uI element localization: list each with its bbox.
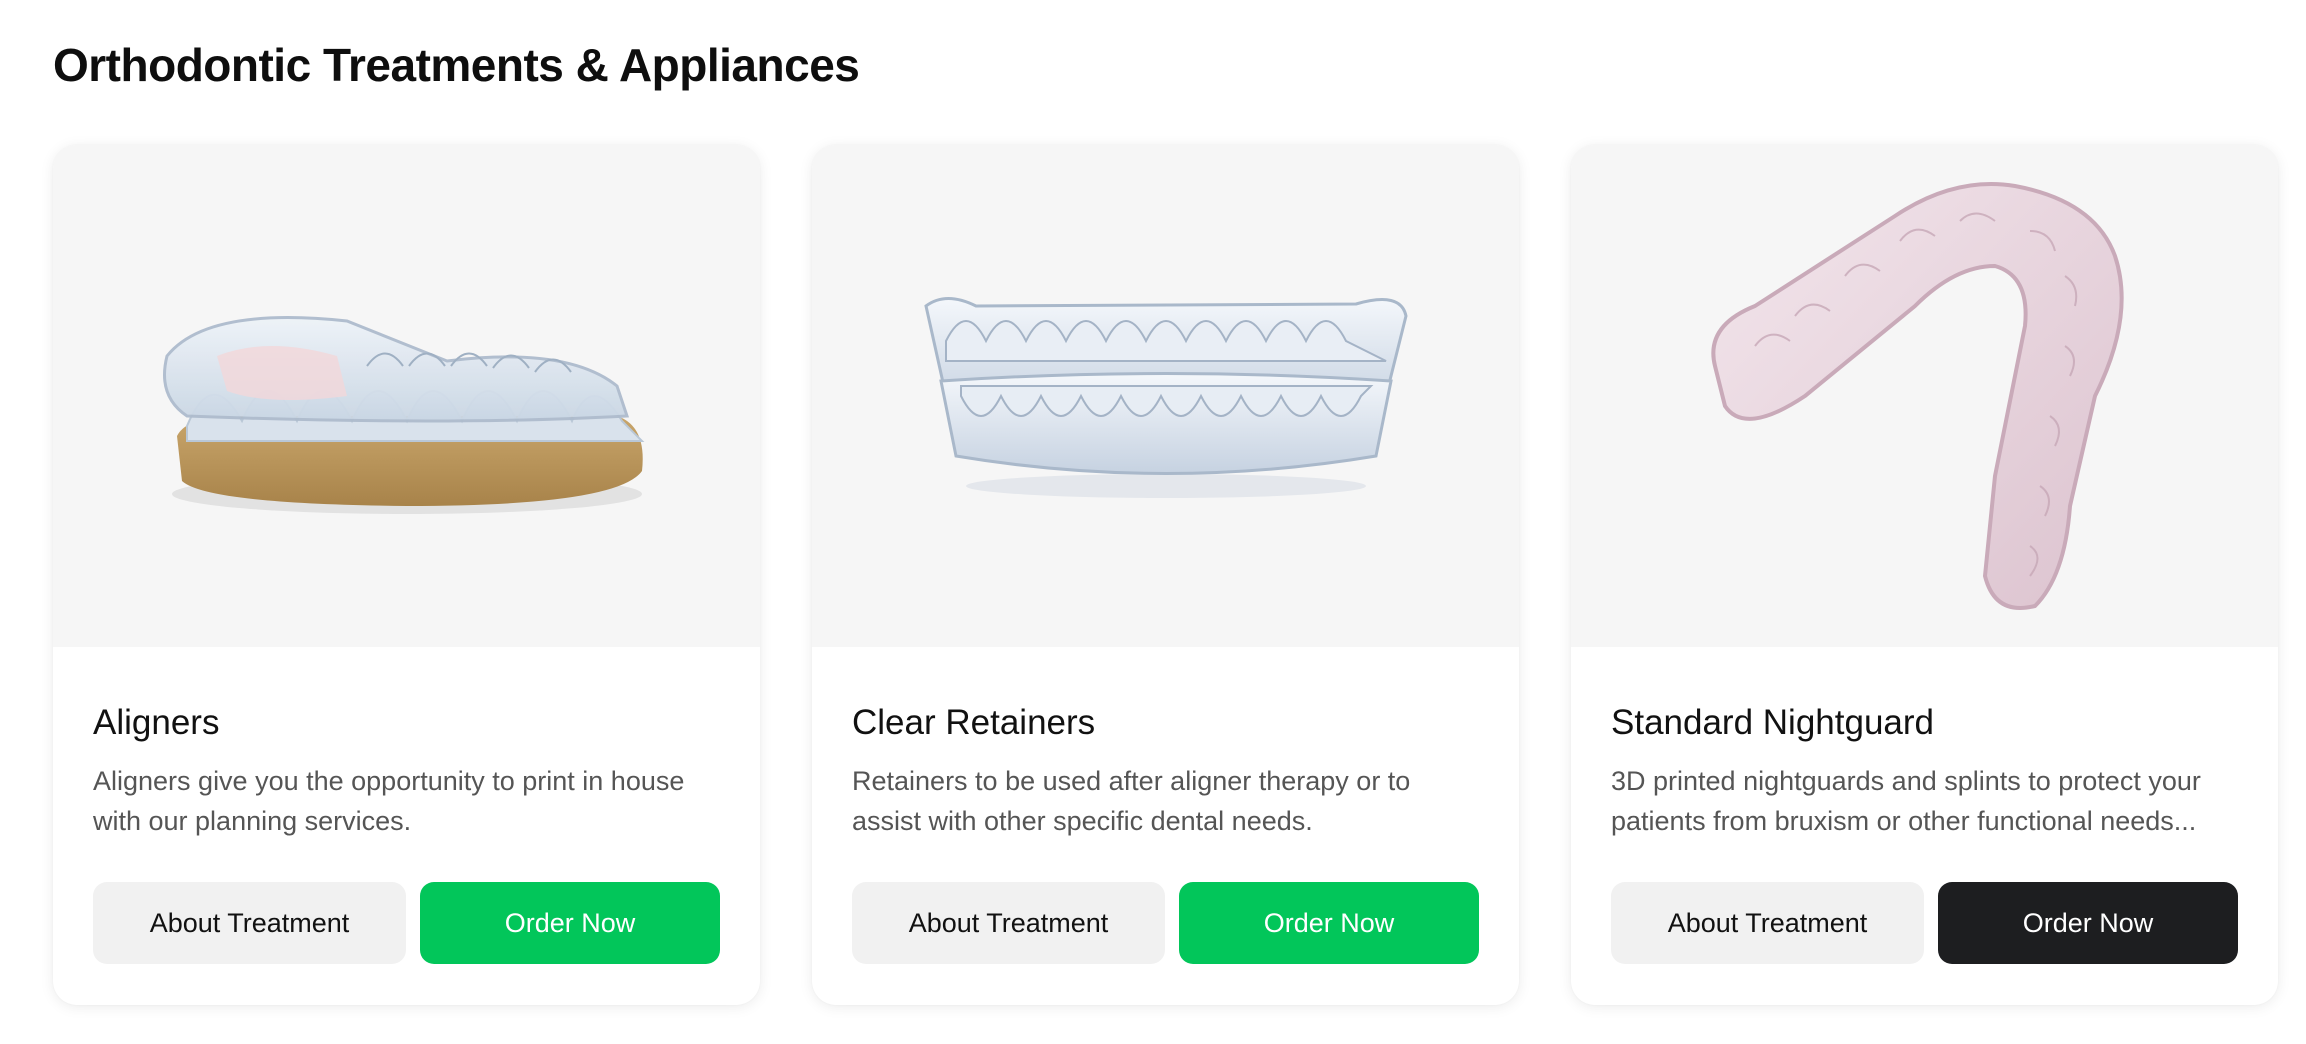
- order-now-button[interactable]: Order Now: [420, 882, 720, 964]
- card-description: Retainers to be used after aligner thera…: [852, 766, 1411, 836]
- card-title: Aligners: [93, 703, 220, 742]
- aligner-on-model-image: [162, 316, 644, 514]
- treatment-card-list: Aligners Aligners give you the opportuni…: [53, 145, 2278, 1005]
- clear-retainers-image: [923, 297, 1408, 498]
- card-image-area: [812, 145, 1519, 647]
- about-treatment-button[interactable]: About Treatment: [852, 882, 1165, 964]
- order-now-button[interactable]: Order Now: [1179, 882, 1479, 964]
- card-image-area: [53, 145, 760, 647]
- card-title: Standard Nightguard: [1611, 703, 1934, 742]
- card-actions: About Treatment Order Now: [1611, 882, 2238, 964]
- card-description: Aligners give you the opportunity to pri…: [93, 766, 685, 836]
- nightguard-image: [1710, 182, 2124, 610]
- card-actions: About Treatment Order Now: [852, 882, 1479, 964]
- card-title: Clear Retainers: [852, 703, 1096, 742]
- about-treatment-button[interactable]: About Treatment: [1611, 882, 1924, 964]
- treatment-card-standard-nightguard: Standard Nightguard 3D printed nightguar…: [1571, 145, 2278, 1005]
- treatment-card-clear-retainers: Clear Retainers Retainers to be used aft…: [812, 145, 1519, 1005]
- card-actions: About Treatment Order Now: [93, 882, 720, 964]
- treatment-card-aligners: Aligners Aligners give you the opportuni…: [53, 145, 760, 1005]
- order-now-button[interactable]: Order Now: [1938, 882, 2238, 964]
- card-image-area: [1571, 145, 2278, 647]
- page-title: Orthodontic Treatments & Appliances: [53, 39, 860, 91]
- about-treatment-button[interactable]: About Treatment: [93, 882, 406, 964]
- card-description: 3D printed nightguards and splints to pr…: [1611, 766, 2201, 836]
